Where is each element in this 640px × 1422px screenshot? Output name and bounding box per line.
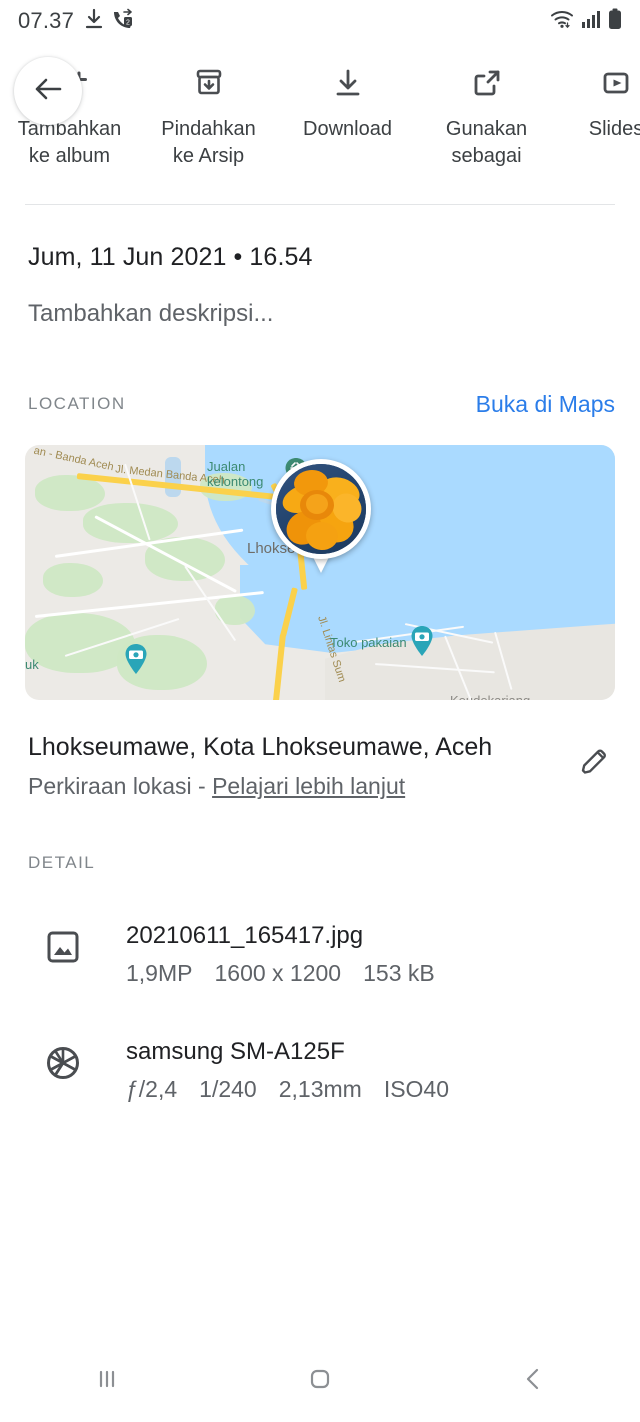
recents-icon [90, 1362, 124, 1401]
map-poi-label: uk [25, 657, 39, 672]
download-icon [328, 60, 368, 106]
back-button[interactable] [14, 57, 82, 125]
map-poi-label: Toko pakaian [330, 635, 407, 650]
signal-icon [581, 9, 601, 34]
call-forward-icon: 2 [112, 8, 134, 35]
photo-datetime: Jum, 11 Jun 2021 • 16.54 [28, 243, 313, 271]
photo-details-screen: 07.37 2 Tambahkan ke album Pindahkan ke … [0, 0, 640, 1422]
action-label: Slides [588, 118, 640, 140]
open-external-icon [467, 60, 507, 106]
action-label: Gunakan sebagai [445, 118, 528, 167]
status-bar-notification-icons: 2 [84, 8, 134, 35]
location-title: Lhokseumawe, Kota Lhokseumawe, Aceh [28, 733, 493, 761]
home-icon [303, 1362, 337, 1401]
file-dimensions: 1600 x 1200 [214, 960, 342, 986]
file-meta: 1,9MP 1600 x 1200 153 kB [126, 956, 457, 990]
svg-text:2: 2 [126, 19, 130, 26]
photo-location-marker[interactable] [271, 459, 371, 559]
detail-row-camera[interactable]: samsung SM-A125F ƒ/2,4 1/240 2,13mm ISO40 [0, 1036, 640, 1106]
detail-camera-text: samsung SM-A125F ƒ/2,4 1/240 2,13mm ISO40 [126, 1036, 471, 1106]
back-icon [516, 1362, 550, 1401]
map-road-label: an - Banda Aceh [32, 445, 115, 474]
edit-pencil-icon [578, 746, 612, 785]
file-name: 20210611_165417.jpg [126, 922, 364, 949]
location-subtitle: Perkiraan lokasi - Pelajari lebih lanjut [28, 773, 405, 800]
camera-model: samsung SM-A125F [126, 1038, 345, 1065]
image-icon [40, 924, 86, 970]
battery-icon [608, 8, 622, 35]
learn-more-link[interactable]: Pelajari lebih lanjut [212, 773, 405, 799]
aperture-icon [40, 1040, 86, 1086]
download-icon [84, 8, 104, 35]
nav-back-button[interactable] [473, 1351, 593, 1411]
status-bar: 07.37 2 [0, 0, 640, 42]
map-green-area [43, 563, 103, 597]
detail-section-label: DETAIL [28, 853, 96, 872]
map-poi-label: Jualan kelontong [207, 459, 264, 489]
slideshow-icon [596, 60, 636, 106]
detail-row-file[interactable]: 20210611_165417.jpg 1,9MP 1600 x 1200 153 … [0, 920, 640, 990]
camera-meta: ƒ/2,4 1/240 2,13mm ISO40 [126, 1072, 471, 1106]
action-use-as[interactable]: Gunakan sebagai [417, 54, 556, 170]
camera-aperture: ƒ/2,4 [126, 1076, 178, 1102]
action-slideshow[interactable]: Slides [556, 54, 640, 143]
camera-focal-length: 2,13mm [278, 1076, 362, 1102]
status-bar-system-icons [550, 8, 622, 35]
wifi-icon [550, 9, 574, 34]
camera-shutter: 1/240 [199, 1076, 257, 1102]
photo-thumbnail [276, 464, 366, 554]
action-bar: Tambahkan ke album Pindahkan ke Arsip Do… [0, 42, 640, 204]
nav-home-button[interactable] [260, 1351, 380, 1411]
file-megapixels: 1,9MP [126, 960, 193, 986]
header-divider [25, 204, 615, 205]
action-label: Pindahkan ke Arsip [161, 118, 256, 167]
map-pin-camera-icon [409, 625, 433, 656]
location-section-label: LOCATION [28, 394, 126, 413]
archive-icon [189, 60, 229, 106]
map-pin-camera-icon [123, 643, 147, 674]
action-label: Tambahkan ke album [17, 118, 122, 167]
action-label: Download [303, 118, 392, 140]
back-arrow-icon [31, 74, 65, 109]
detail-file-text: 20210611_165417.jpg 1,9MP 1600 x 1200 153 … [126, 920, 457, 990]
location-subtitle-prefix: Perkiraan lokasi - [28, 773, 213, 799]
file-size: 153 kB [363, 960, 435, 986]
description-input[interactable]: Tambahkan deskripsi... [28, 300, 273, 328]
action-move-to-archive[interactable]: Pindahkan ke Arsip [139, 54, 278, 170]
map-area-label: Keudekariang [450, 693, 530, 700]
action-download[interactable]: Download [278, 54, 417, 143]
nav-recents-button[interactable] [47, 1351, 167, 1411]
android-nav-bar [0, 1340, 640, 1422]
open-in-maps-link[interactable]: Buka di Maps [476, 391, 615, 418]
status-bar-clock: 07.37 [18, 8, 75, 33]
edit-location-button[interactable] [572, 742, 618, 788]
camera-iso: ISO40 [383, 1076, 450, 1102]
